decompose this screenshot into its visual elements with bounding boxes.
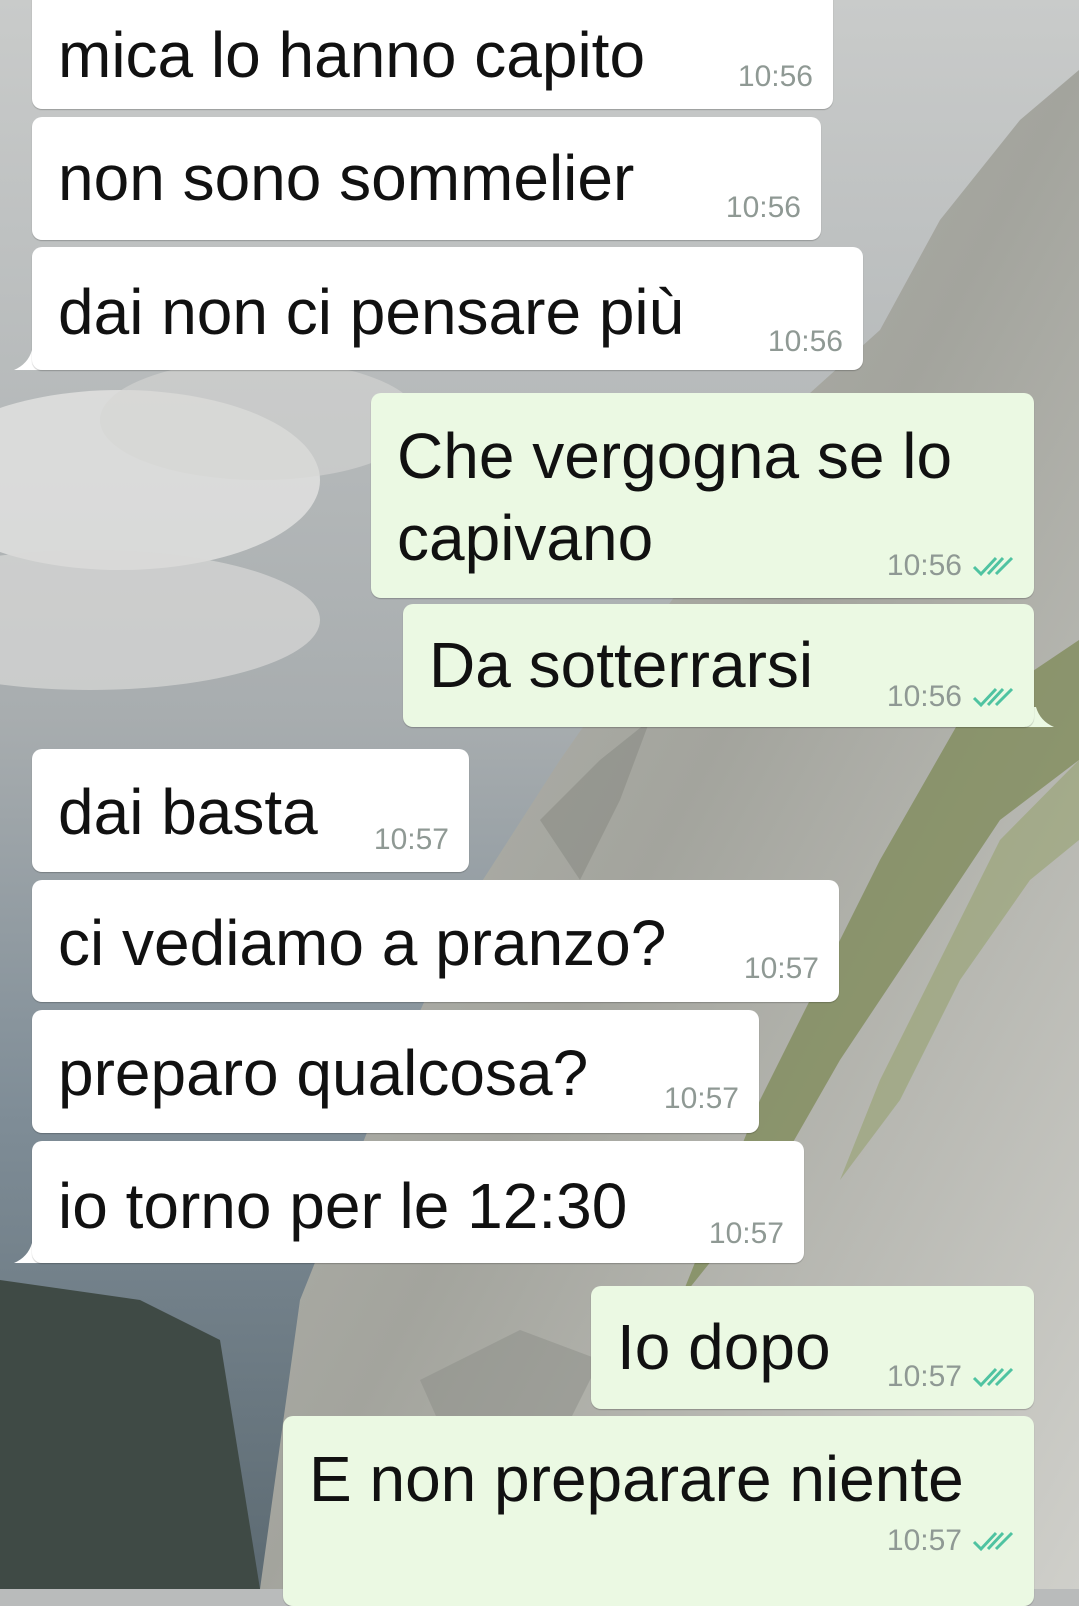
message-bubble-outgoing[interactable]: Da sotterrarsi 10:56 bbox=[403, 604, 1034, 727]
message-text-line-1: Che vergogna se lo bbox=[397, 420, 953, 492]
message-timestamp: 10:56 bbox=[887, 680, 1016, 714]
message-text: Io dopo bbox=[617, 1311, 831, 1383]
message-bubble-incoming[interactable]: preparo qualcosa? 10:57 bbox=[32, 1010, 759, 1133]
message-timestamp: 10:56 bbox=[725, 191, 801, 224]
message-timestamp: 10:57 bbox=[887, 1524, 1016, 1558]
message-text: preparo qualcosa? bbox=[58, 1037, 589, 1109]
message-timestamp: 10:57 bbox=[708, 1217, 784, 1250]
message-timestamp: 10:57 bbox=[743, 952, 819, 985]
message-text: dai basta bbox=[58, 776, 318, 848]
message-text: dai non ci pensare più bbox=[58, 276, 685, 348]
message-text: io torno per le 12:30 bbox=[58, 1170, 628, 1242]
message-bubble-incoming[interactable]: dai non ci pensare più 10:56 bbox=[32, 247, 863, 370]
message-bubble-outgoing[interactable]: E non preparare niente 10:57 bbox=[283, 1416, 1034, 1606]
message-bubble-incoming[interactable]: ci vediamo a pranzo? 10:57 bbox=[32, 880, 839, 1002]
message-timestamp: 10:56 bbox=[767, 325, 843, 358]
message-text: non sono sommelier bbox=[58, 142, 635, 214]
double-check-icon bbox=[972, 687, 1014, 708]
message-text-line-2: capivano bbox=[397, 502, 654, 574]
message-text: ci vediamo a pranzo? bbox=[58, 907, 667, 979]
message-bubble-outgoing[interactable]: Io dopo 10:57 bbox=[591, 1286, 1034, 1409]
double-check-icon bbox=[972, 1531, 1014, 1552]
message-bubble-incoming[interactable]: dai basta 10:57 bbox=[32, 749, 469, 872]
double-check-icon bbox=[972, 556, 1014, 577]
message-bubble-outgoing[interactable]: Che vergogna se lo capivano 10:56 bbox=[371, 393, 1034, 598]
message-text: Da sotterrarsi bbox=[429, 629, 814, 701]
message-timestamp: 10:57 bbox=[663, 1082, 739, 1115]
message-timestamp: 10:57 bbox=[887, 1360, 1016, 1394]
message-bubble-incoming[interactable]: io torno per le 12:30 10:57 bbox=[32, 1141, 804, 1263]
message-bubble-incoming[interactable]: mica lo hanno capito 10:56 bbox=[32, 0, 833, 109]
double-check-icon bbox=[972, 1367, 1014, 1388]
message-bubble-incoming[interactable]: non sono sommelier 10:56 bbox=[32, 117, 821, 240]
message-timestamp: 10:56 bbox=[737, 60, 813, 93]
message-text: mica lo hanno capito bbox=[58, 19, 646, 91]
message-timestamp: 10:56 bbox=[887, 549, 1016, 583]
message-timestamp: 10:57 bbox=[373, 823, 449, 856]
message-text: E non preparare niente bbox=[309, 1443, 964, 1515]
